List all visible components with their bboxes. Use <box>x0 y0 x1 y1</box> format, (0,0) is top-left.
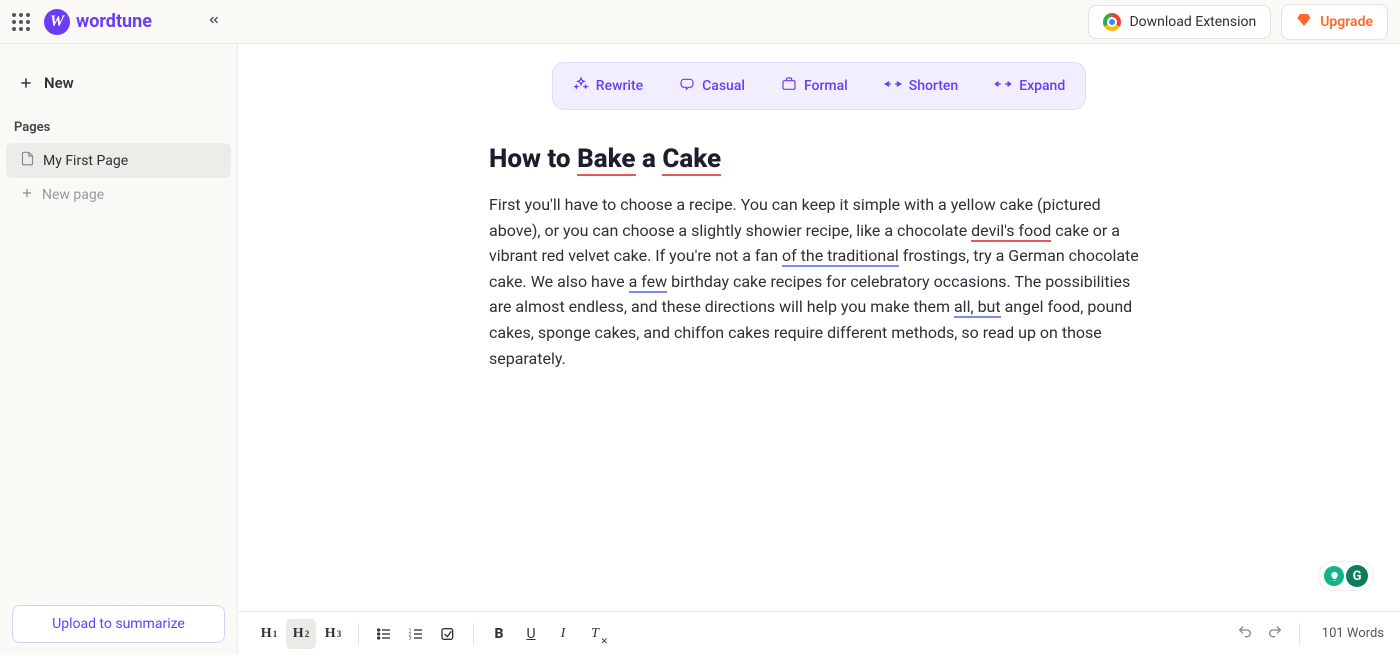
rewrite-button[interactable]: Rewrite <box>557 67 659 105</box>
new-label: New <box>44 74 74 92</box>
collapse-sidebar-button[interactable] <box>207 13 221 31</box>
document[interactable]: How to Bake a Cake First you'll have to … <box>479 144 1159 371</box>
apps-grid-icon[interactable] <box>12 13 30 31</box>
heading3-button[interactable]: H3 <box>318 619 348 649</box>
page-icon <box>20 151 35 170</box>
casual-button[interactable]: Casual <box>663 67 761 105</box>
new-button[interactable]: New <box>0 64 237 102</box>
clear-format-button[interactable]: T✕ <box>580 619 610 649</box>
sidebar: New Pages My First Page New page Upload … <box>0 44 238 655</box>
new-page-label: New page <box>42 187 104 203</box>
rewrite-toolbar: Rewrite Casual Formal <box>238 44 1400 120</box>
shorten-icon <box>884 78 902 94</box>
brand-badge-icon: W <box>44 9 70 35</box>
briefcase-icon <box>781 76 797 96</box>
underline-button[interactable]: U <box>516 619 546 649</box>
expand-button[interactable]: Expand <box>978 67 1081 105</box>
diamond-icon <box>1296 12 1312 32</box>
word-count: 101 Words <box>1322 626 1384 641</box>
bullet-list-button[interactable] <box>369 619 399 649</box>
numbered-list-button[interactable]: 123 <box>401 619 431 649</box>
checklist-button[interactable] <box>433 619 463 649</box>
sparkles-icon <box>573 76 589 96</box>
undo-button[interactable] <box>1231 624 1259 644</box>
bold-button[interactable]: B <box>484 619 514 649</box>
format-toolbar: H1 H2 H3 123 B U I T✕ <box>238 611 1400 655</box>
upgrade-label: Upgrade <box>1320 14 1373 30</box>
bulb-icon <box>1324 566 1344 586</box>
heading1-button[interactable]: H1 <box>254 619 284 649</box>
italic-button[interactable]: I <box>548 619 578 649</box>
plus-icon <box>20 186 34 204</box>
shorten-button[interactable]: Shorten <box>868 67 974 105</box>
grammarly-widget[interactable]: G <box>1318 561 1374 591</box>
app-header: W wordtune Download Extension Upgrade <box>0 0 1400 44</box>
brand-logo[interactable]: W wordtune <box>44 9 152 35</box>
heading2-button[interactable]: H2 <box>286 619 316 649</box>
download-extension-button[interactable]: Download Extension <box>1088 5 1271 39</box>
expand-icon <box>994 78 1012 94</box>
page-item[interactable]: My First Page <box>6 143 231 178</box>
document-title[interactable]: How to Bake a Cake <box>489 144 1149 174</box>
pages-section-label: Pages <box>0 102 237 143</box>
redo-button[interactable] <box>1261 624 1289 644</box>
grammarly-icon: G <box>1346 565 1368 587</box>
upload-to-summarize-button[interactable]: Upload to summarize <box>12 605 225 643</box>
new-page-button[interactable]: New page <box>6 178 231 212</box>
download-extension-label: Download Extension <box>1129 14 1256 30</box>
document-body[interactable]: First you'll have to choose a recipe. Yo… <box>489 192 1149 371</box>
chrome-icon <box>1103 13 1121 31</box>
upgrade-button[interactable]: Upgrade <box>1281 4 1388 40</box>
page-item-label: My First Page <box>43 153 128 169</box>
editor-area: Rewrite Casual Formal <box>238 44 1400 655</box>
svg-text:3: 3 <box>409 635 412 641</box>
formal-button[interactable]: Formal <box>765 67 864 105</box>
casual-icon <box>679 76 695 96</box>
brand-name: wordtune <box>76 11 152 32</box>
